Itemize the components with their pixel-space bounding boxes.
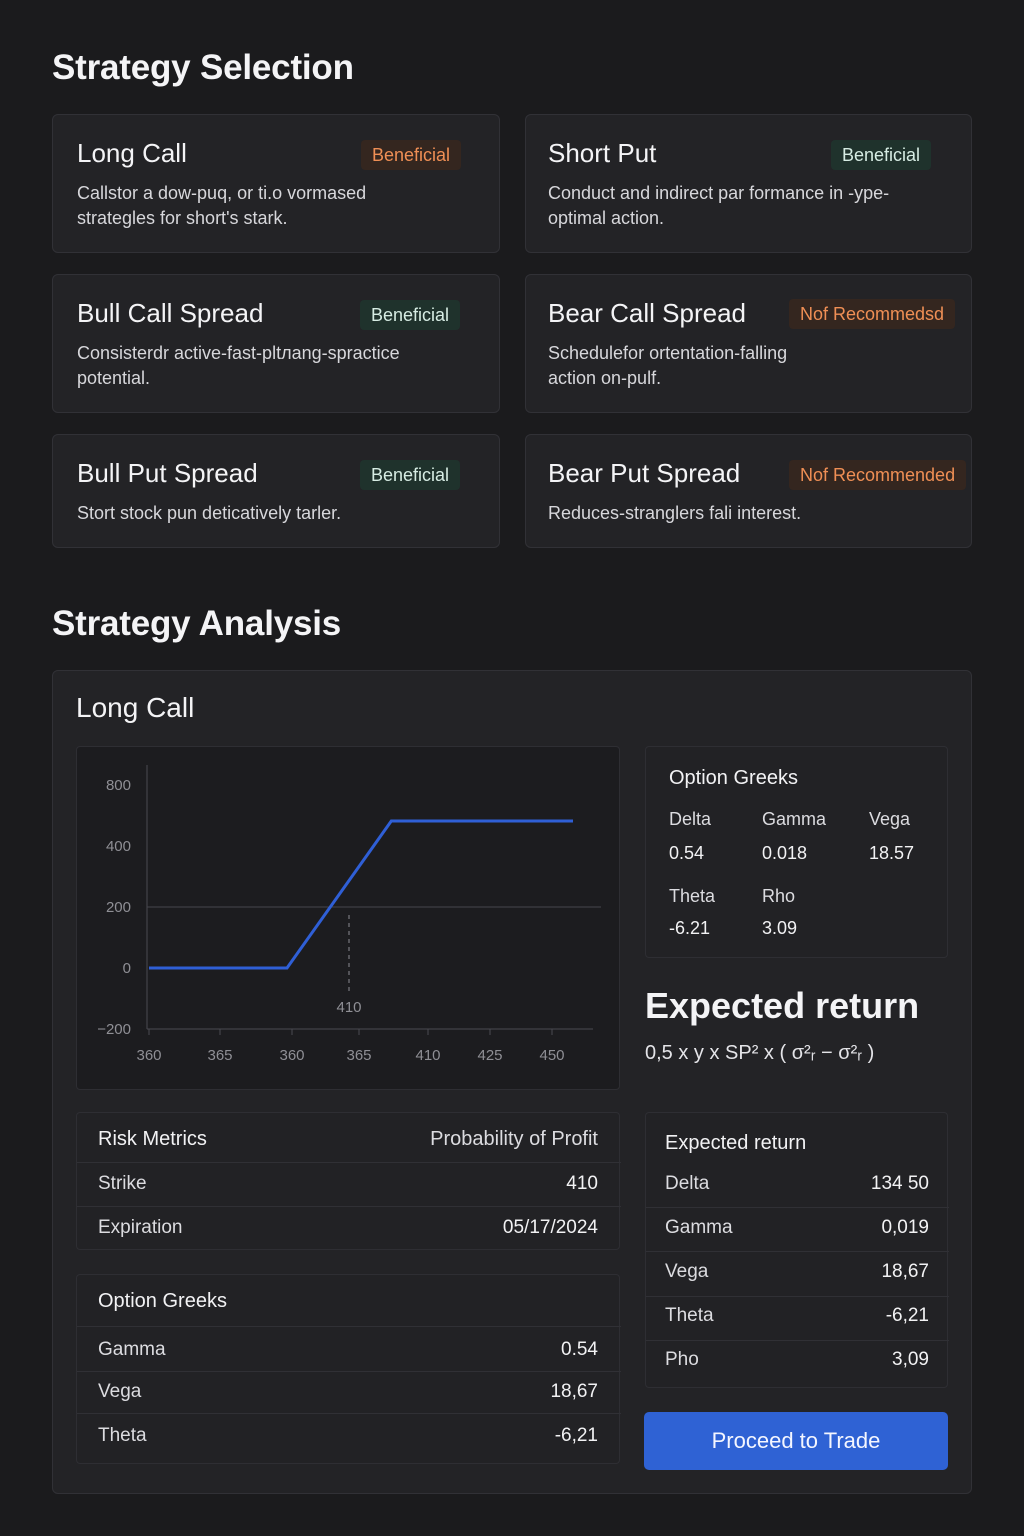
- strategy-card-title: Bear Put Spread: [548, 458, 741, 488]
- risk-metrics-title: Risk Metrics: [98, 1128, 207, 1150]
- strategy-card-title: Short Put: [548, 138, 657, 168]
- strategy-card-desc-line2: potential.: [77, 368, 151, 388]
- vega-label: Vega: [98, 1381, 142, 1402]
- x-tick-label: 425: [477, 1047, 502, 1064]
- theta-label: Theta: [665, 1305, 714, 1326]
- x-tick-label: 365: [207, 1047, 232, 1064]
- delta-label: Delta: [665, 1173, 710, 1194]
- status-badge: Nof Recommended: [789, 460, 967, 490]
- proceed-to-trade-button[interactable]: Proceed to Trade: [644, 1412, 948, 1470]
- x-tick-label: 365: [346, 1047, 371, 1064]
- strategy-card-desc-line1: Conduct and indirect par formance in -yp…: [548, 183, 890, 203]
- rho-label: Rho: [762, 886, 796, 906]
- status-badge: Beneficial: [361, 140, 462, 170]
- analysis-strategy-name: Long Call: [76, 692, 195, 723]
- expiration-label: Expiration: [98, 1217, 183, 1238]
- expiration-value: 05/17/2024: [502, 1217, 598, 1238]
- theta-label: Theta: [98, 1425, 147, 1446]
- strategy-card-bull-call-spread[interactable]: Bull Call Spread Beneficial Consisterdr …: [52, 274, 500, 413]
- status-badge: Nof Recommedsd: [789, 299, 956, 329]
- risk-metrics-table: Risk Metrics Probability of Profit Strik…: [76, 1112, 621, 1250]
- strategy-selection-heading: Strategy Selection: [52, 48, 354, 87]
- strategy-card-desc-line1: Callstor a dow-puq, or ti.o vormased: [77, 183, 367, 203]
- y-tick-label: 200: [106, 899, 131, 916]
- vega-value: 18,67: [550, 1381, 598, 1402]
- delta-value: 134 50: [870, 1173, 929, 1194]
- strategy-card-bear-put-spread[interactable]: Bear Put Spread Nof Recommended Reduces-…: [525, 434, 972, 548]
- payoff-series-line: [149, 819, 573, 970]
- expected-return-table-title: Expected return: [665, 1132, 807, 1154]
- y-tick-label: 400: [106, 838, 131, 855]
- status-badge: Beneficial: [831, 140, 932, 170]
- strike-label: Strike: [98, 1173, 147, 1194]
- x-tick-label: 360: [136, 1047, 161, 1064]
- option-greeks-table: Option Greeks Gamma 0.54 Vega 18,67 Thet…: [76, 1274, 621, 1464]
- gamma-label: Gamma: [665, 1217, 733, 1238]
- expected-return-heading: Expected return: [645, 985, 920, 1026]
- theta-label: Theta: [669, 886, 716, 906]
- rho-value: 3,09: [892, 1349, 929, 1370]
- gamma-label: Gamma: [762, 809, 827, 829]
- rho-label: Pho: [665, 1349, 699, 1370]
- strategy-card-desc-line1: Reduces-stranglers fali interest.: [548, 503, 802, 523]
- strategy-card-title: Bear Call Spread: [548, 298, 746, 328]
- theta-value: -6,21: [885, 1305, 929, 1326]
- theta-value: -6.21: [669, 918, 711, 938]
- strategy-card-title: Bull Put Spread: [77, 458, 258, 488]
- vega-value: 18,67: [881, 1261, 929, 1282]
- strategy-card-bull-put-spread[interactable]: Bull Put Spread Beneficial Stort stock p…: [52, 434, 500, 548]
- strategy-card-short-put[interactable]: Short Put Beneficial Conduct and indirec…: [525, 114, 972, 253]
- option-greeks-table-title: Option Greeks: [98, 1290, 227, 1312]
- status-badge: Beneficial: [360, 460, 461, 490]
- strategy-card-desc-line2: optimal action.: [548, 208, 665, 228]
- strategy-card-title: Long Call: [77, 138, 187, 168]
- y-tick-label: −200: [97, 1021, 131, 1038]
- probability-of-profit-header: Probability of Profit: [430, 1128, 598, 1150]
- delta-label: Delta: [669, 809, 712, 829]
- gamma-label: Gamma: [98, 1339, 166, 1360]
- theta-value: -6,21: [554, 1425, 598, 1446]
- x-tick-label: 360: [279, 1047, 304, 1064]
- gamma-value: 0.018: [762, 843, 808, 863]
- x-axis-ticks: 360 365 360 365 410 425 450: [136, 1029, 565, 1064]
- option-greeks-card: Option Greeks Delta 0.54 Gamma 0.018 Veg…: [645, 746, 948, 958]
- vega-value: 18.57: [869, 843, 915, 863]
- x-tick-label: 450: [539, 1047, 564, 1064]
- delta-value: 0.54: [669, 843, 705, 863]
- payoff-chart-svg: 800 400 200 0 −200 360 365 360 365 410 425 450 410: [97, 765, 601, 1064]
- expected-return-table: Expected return Delta 134 50 Gamma 0,019…: [645, 1112, 949, 1388]
- rho-value: 3.09: [762, 918, 798, 938]
- strategy-card-title: Bull Call Spread: [77, 298, 264, 328]
- y-tick-label: 800: [106, 777, 131, 794]
- y-tick-label: 0: [123, 960, 131, 977]
- payoff-chart[interactable]: 800 400 200 0 −200 360 365 360 365 410 425 450 410: [76, 746, 620, 1090]
- strategy-card-desc-line2: action on-pulf.: [548, 368, 662, 388]
- strategy-card-desc-line1: Schedulefor ortentation-falling: [548, 343, 788, 363]
- x-tick-label: 410: [415, 1047, 440, 1064]
- strategy-card-bear-call-spread[interactable]: Bear Call Spread Nof Recommedsd Schedule…: [525, 274, 972, 413]
- strategy-card-desc-line2: strategles for short's stark.: [77, 208, 288, 228]
- strategy-card-long-call[interactable]: Long Call Beneficial Callstor a dow-puq,…: [52, 114, 500, 253]
- option-greeks-title: Option Greeks: [669, 767, 798, 789]
- strike-annotation: 410: [336, 999, 361, 1016]
- strategy-card-desc-line1: Stort stock pun deticatively tarler.: [77, 503, 342, 523]
- expected-return-formula: 0,5 x y x SP² x ( σ²ᵣ − σ²ᵣ ): [645, 1042, 875, 1064]
- vega-label: Vega: [665, 1261, 709, 1282]
- vega-label: Vega: [869, 809, 911, 829]
- strike-value: 410: [566, 1173, 598, 1194]
- y-axis-ticks: 800 400 200 0 −200: [97, 777, 131, 1038]
- strategy-card-desc-line1: Consisterdr active-fast-pltлang-spractic…: [77, 343, 400, 363]
- gamma-value: 0,019: [881, 1217, 929, 1238]
- strategy-analysis-heading: Strategy Analysis: [52, 604, 342, 643]
- gamma-value: 0.54: [561, 1339, 598, 1360]
- status-badge: Beneficial: [360, 300, 461, 330]
